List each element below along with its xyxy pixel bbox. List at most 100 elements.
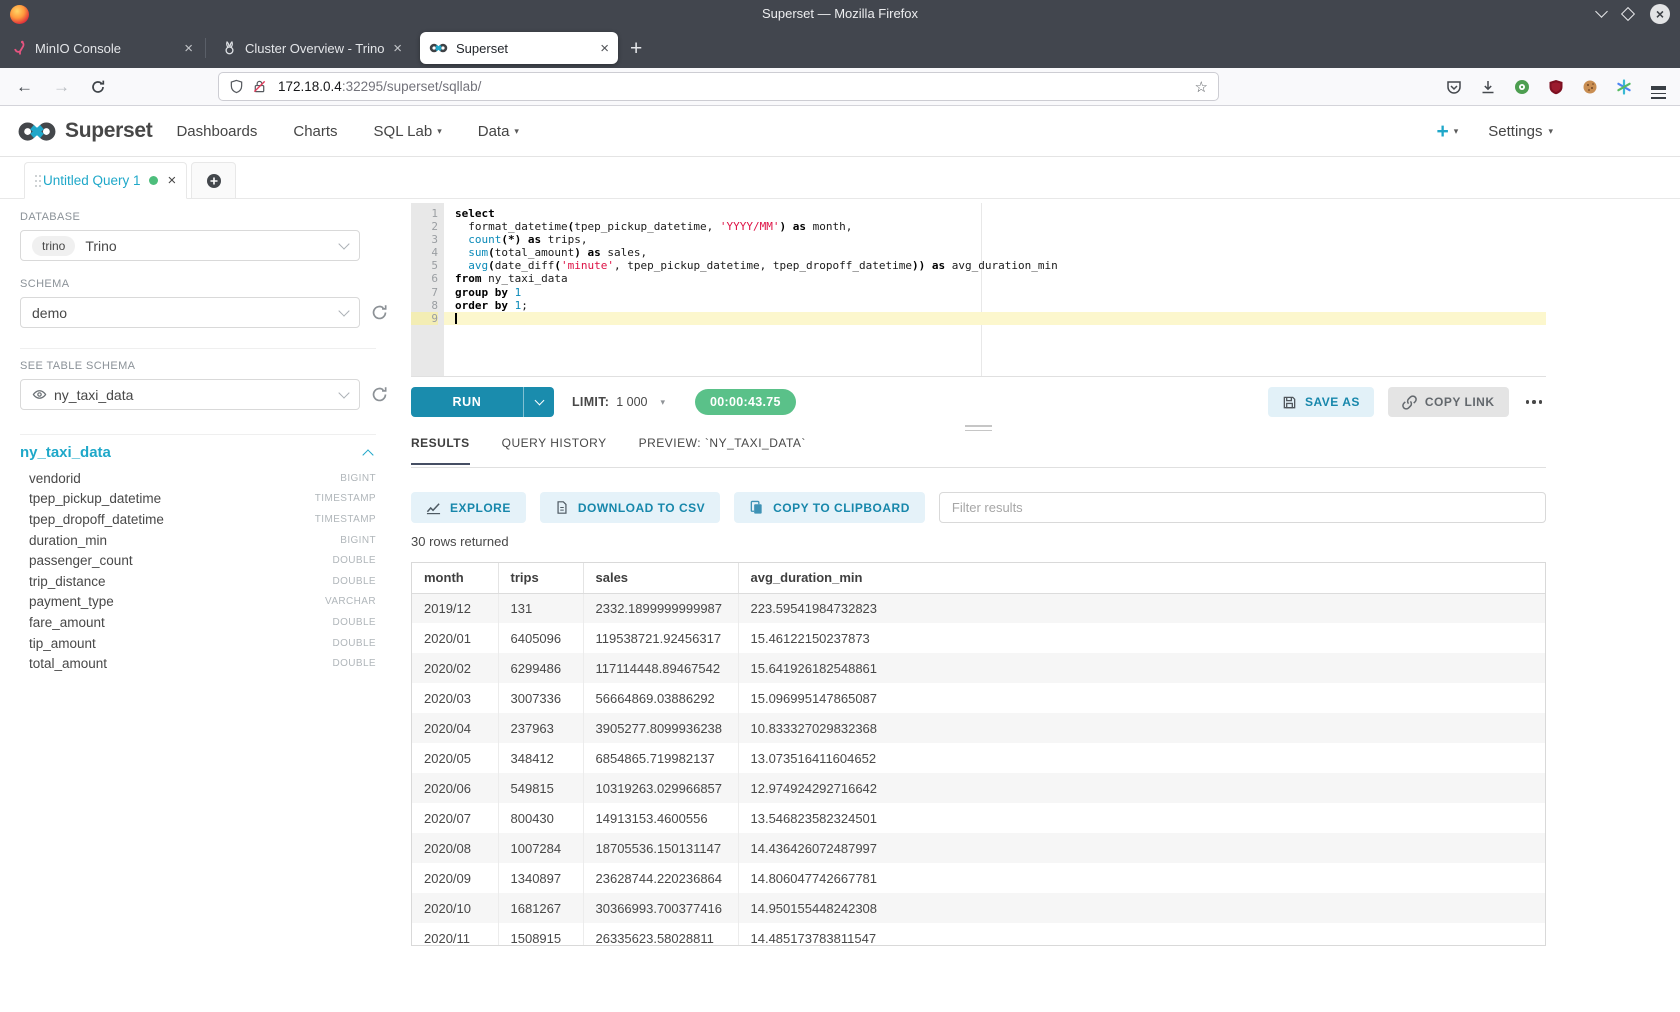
query-tab-close-icon[interactable]: × <box>168 173 177 188</box>
table-row[interactable]: 2019/121312332.1899999999987223.59541984… <box>412 593 1545 623</box>
ublock-shield-icon[interactable] <box>1542 73 1570 101</box>
new-item-button[interactable]: +▾ <box>1436 121 1458 142</box>
reload-button[interactable] <box>90 79 106 95</box>
tab-close-icon[interactable]: × <box>393 41 402 56</box>
schema-column-row[interactable]: tpep_pickup_datetimeTIMESTAMP <box>20 489 376 510</box>
schema-select[interactable]: demo <box>20 297 360 328</box>
browser-tab-superset[interactable]: Superset × <box>420 32 618 64</box>
table-row[interactable]: 2020/09134089723628744.22023686414.80604… <box>412 863 1545 893</box>
copy-clipboard-button[interactable]: COPY TO CLIPBOARD <box>734 492 925 523</box>
table-row[interactable]: 2020/03300733656664869.0388629215.096995… <box>412 683 1545 713</box>
refresh-schemas-icon[interactable] <box>371 304 388 321</box>
download-csv-button[interactable]: DOWNLOAD TO CSV <box>540 492 720 523</box>
code-line[interactable]: select <box>444 207 1546 220</box>
chevron-up-icon[interactable] <box>362 449 373 460</box>
table-row[interactable]: 2020/08100728418705536.15013114714.43642… <box>412 833 1545 863</box>
nav-item-dashboards[interactable]: Dashboards <box>176 123 257 140</box>
column-header[interactable]: trips <box>498 563 583 593</box>
code-line[interactable]: from ny_taxi_data <box>444 272 1546 285</box>
column-header[interactable]: avg_duration_min <box>738 563 1545 593</box>
forward-button[interactable]: → <box>53 77 70 97</box>
results-table-container[interactable]: monthtripssalesavg_duration_min 2019/121… <box>411 562 1546 946</box>
schema-column-row[interactable]: trip_distanceDOUBLE <box>20 571 376 592</box>
copy-link-button[interactable]: COPY LINK <box>1388 387 1509 417</box>
table-select[interactable]: ny_taxi_data <box>20 379 360 410</box>
schema-column-row[interactable]: total_amountDOUBLE <box>20 653 376 674</box>
link-icon <box>1402 395 1417 410</box>
tab-preview-table[interactable]: PREVIEW: `NY_TAXI_DATA` <box>639 436 806 463</box>
code-line[interactable]: sum(total_amount) as sales, <box>444 246 1546 259</box>
run-button[interactable]: RUN <box>411 387 554 417</box>
browser-tab-trino[interactable]: Cluster Overview - Trino × <box>213 32 411 64</box>
more-options-icon[interactable] <box>1522 394 1547 410</box>
code-line[interactable]: count(*) as trips, <box>444 233 1546 246</box>
code-line[interactable]: order by 1; <box>444 299 1546 312</box>
window-close-icon[interactable]: × <box>1650 4 1670 24</box>
tab-query-history[interactable]: QUERY HISTORY <box>502 436 607 463</box>
schema-column-row[interactable]: vendoridBIGINT <box>20 468 376 489</box>
table-row[interactable]: 2020/016405096119538721.9245631715.46122… <box>412 623 1545 653</box>
pocket-icon[interactable] <box>1440 73 1468 101</box>
nav-item-sqllab[interactable]: SQL Lab▾ <box>374 123 442 140</box>
table-schema-title[interactable]: ny_taxi_data <box>20 444 111 461</box>
query-tab-active[interactable]: Untitled Query 1 × <box>24 162 187 199</box>
downloads-icon[interactable] <box>1474 73 1502 101</box>
database-select[interactable]: trino Trino <box>20 230 360 261</box>
code-line[interactable]: group by 1 <box>444 286 1546 299</box>
limit-dropdown[interactable]: LIMIT: 1 000 ▾ <box>572 395 665 409</box>
menu-hamburger-icon[interactable] <box>1644 73 1672 101</box>
code-line[interactable]: avg(date_diff('minute', tpep_pickup_date… <box>444 259 1546 272</box>
sql-editor[interactable]: 123456789 select format_datetime(tpep_pi… <box>411 203 1546 377</box>
column-header[interactable]: sales <box>583 563 738 593</box>
filter-results-input[interactable] <box>939 492 1546 523</box>
bookmark-star-icon[interactable]: ☆ <box>1195 78 1208 96</box>
browser-tab-minio[interactable]: MinIO Console × <box>4 32 202 64</box>
table-row[interactable]: 2020/053484126854865.71998213713.0735164… <box>412 743 1545 773</box>
cookie-extension-icon[interactable] <box>1576 73 1604 101</box>
schema-column-row[interactable]: payment_typeVARCHAR <box>20 592 376 613</box>
table-row[interactable]: 2020/026299486117114448.8946754215.64192… <box>412 653 1545 683</box>
insecure-lock-icon[interactable] <box>252 79 267 94</box>
asterisk-extension-icon[interactable] <box>1610 73 1638 101</box>
table-row[interactable]: 2020/0654981510319263.02996685712.974924… <box>412 773 1545 803</box>
superset-brand[interactable]: Superset <box>17 119 152 143</box>
schema-column-row[interactable]: passenger_countDOUBLE <box>20 550 376 571</box>
table-row[interactable]: 2020/11150891526335623.5802881114.485173… <box>412 923 1545 946</box>
schema-column-row[interactable]: fare_amountDOUBLE <box>20 612 376 633</box>
table-row[interactable]: 2020/10168126730366993.70037741614.95015… <box>412 893 1545 923</box>
explore-button[interactable]: EXPLORE <box>411 492 526 523</box>
new-query-tab-button[interactable] <box>191 162 236 199</box>
table-row[interactable]: 2020/042379633905277.809993623810.833327… <box>412 713 1545 743</box>
run-options-chevron[interactable] <box>524 400 554 404</box>
schema-column-row[interactable]: duration_minBIGINT <box>20 530 376 551</box>
shield-icon[interactable] <box>229 79 244 94</box>
code-line[interactable]: format_datetime(tpep_pickup_datetime, 'Y… <box>444 220 1546 233</box>
save-as-button[interactable]: SAVE AS <box>1268 387 1374 417</box>
window-maximize-icon[interactable] <box>1621 7 1635 21</box>
url-bar[interactable]: 172.18.0.4:32295/superset/sqllab/ ☆ <box>218 72 1219 101</box>
extension-green-icon[interactable] <box>1508 73 1536 101</box>
table-row[interactable]: 2020/0780043014913153.460055613.54682358… <box>412 803 1545 833</box>
window-minimize-icon[interactable] <box>1595 5 1608 18</box>
nav-item-charts[interactable]: Charts <box>293 123 337 140</box>
new-tab-button[interactable]: + <box>630 38 642 59</box>
tab-close-icon[interactable]: × <box>600 41 609 56</box>
text-cursor <box>455 313 457 325</box>
code-line[interactable] <box>444 312 1546 325</box>
settings-menu[interactable]: Settings▾ <box>1488 123 1553 140</box>
editor-code[interactable]: select format_datetime(tpep_pickup_datet… <box>444 203 1546 376</box>
results-table-body: 2019/121312332.1899999999987223.59541984… <box>412 593 1545 946</box>
nav-item-data[interactable]: Data▾ <box>478 123 519 140</box>
schema-column-row[interactable]: tip_amountDOUBLE <box>20 633 376 654</box>
eye-icon <box>32 387 47 402</box>
refresh-tables-icon[interactable] <box>371 386 388 403</box>
tab-results[interactable]: RESULTS <box>411 436 470 465</box>
pane-resize-handle[interactable] <box>411 420 1546 436</box>
table-cell: 26335623.58028811 <box>583 923 738 946</box>
tab-close-icon[interactable]: × <box>184 41 193 56</box>
column-header[interactable]: month <box>412 563 498 593</box>
url-text[interactable]: 172.18.0.4:32295/superset/sqllab/ <box>278 79 481 94</box>
back-button[interactable]: ← <box>16 77 33 97</box>
schema-column-row[interactable]: tpep_dropoff_datetimeTIMESTAMP <box>20 509 376 530</box>
table-cell: 2020/04 <box>412 713 498 743</box>
